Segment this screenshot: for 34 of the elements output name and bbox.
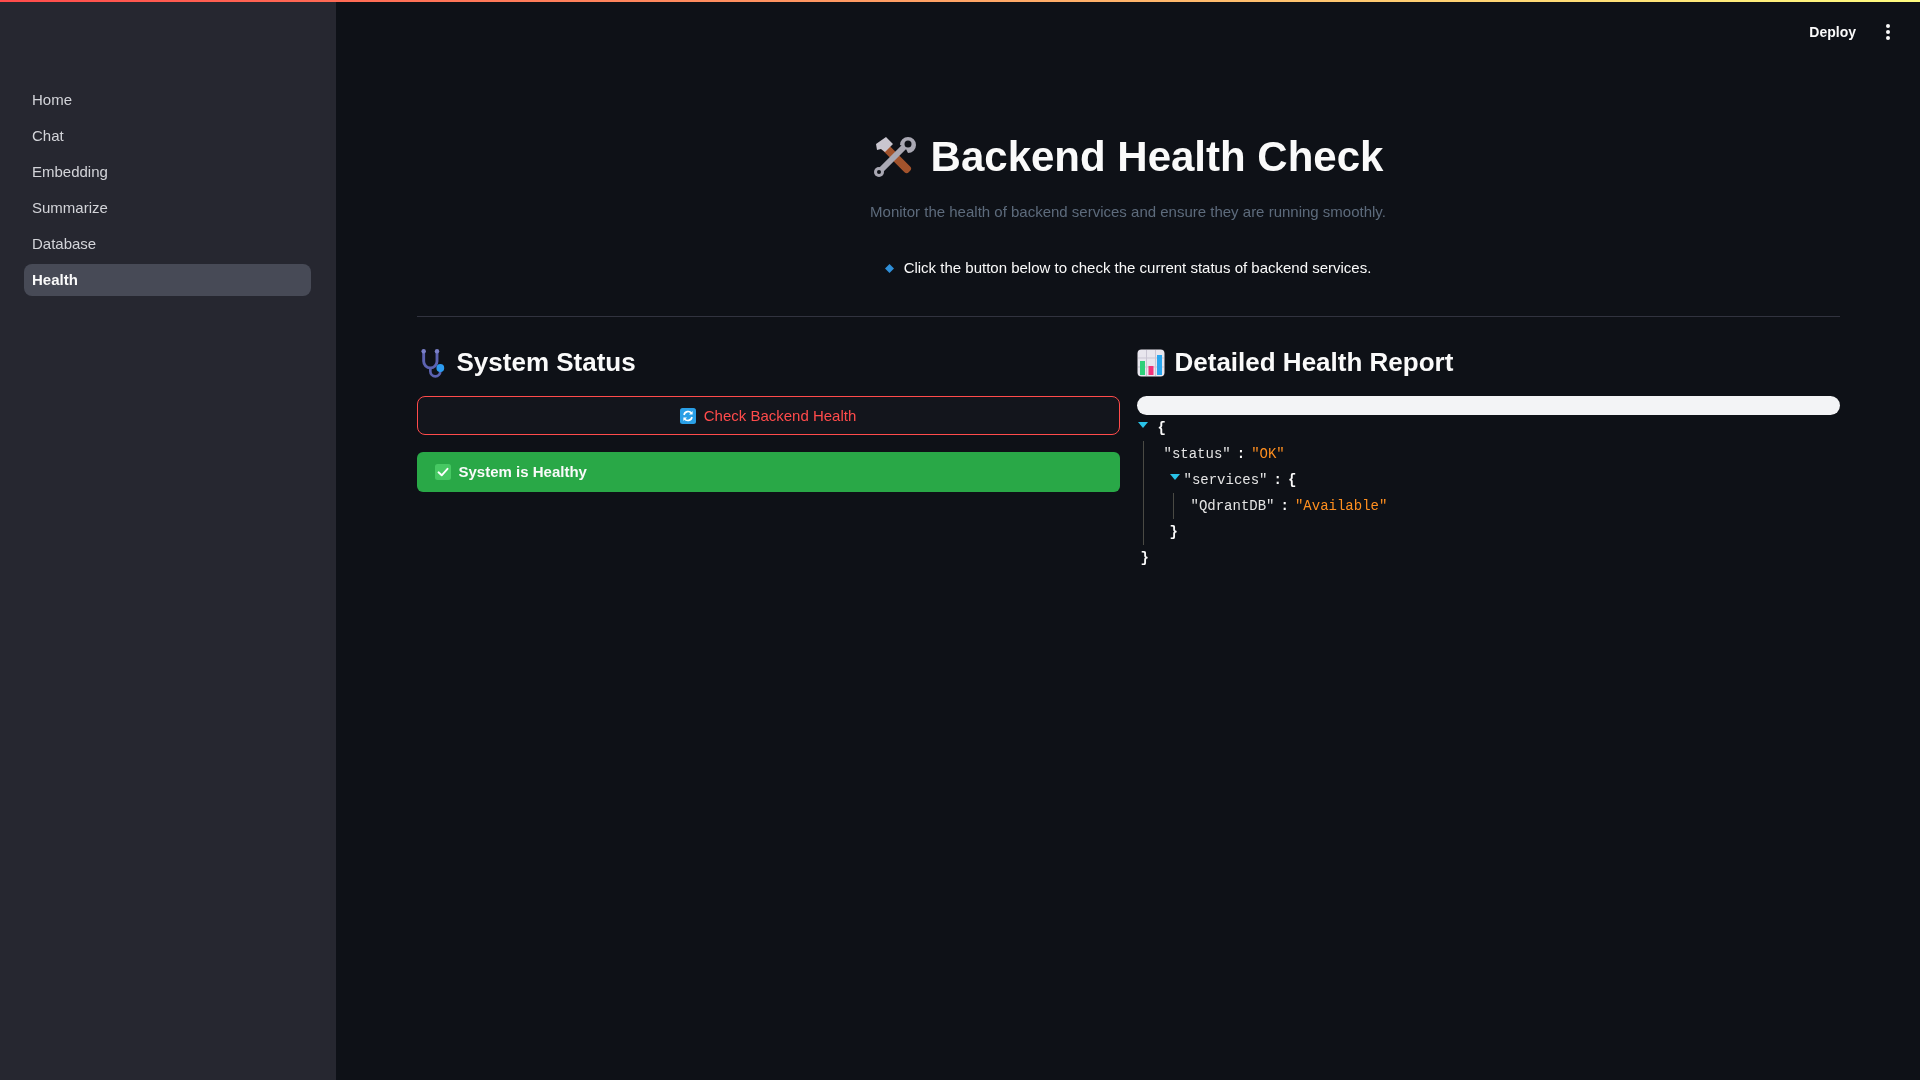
json-colon: : [1236, 444, 1246, 464]
nav-link[interactable]: Database [24, 228, 311, 260]
json-key: "status" [1163, 443, 1231, 465]
more-menu-icon[interactable] [1886, 24, 1890, 40]
nav-link[interactable]: Chat [24, 120, 311, 152]
json-colon: : [1280, 496, 1289, 516]
check-health-button[interactable]: Check Backend Health [416, 396, 1120, 436]
refresh-icon [679, 407, 696, 424]
json-value: "OK" [1251, 444, 1285, 464]
json-key: "QdrantDB" [1190, 495, 1275, 517]
json-value: "Available" [1294, 496, 1388, 516]
diamond-icon [884, 263, 894, 273]
json-colon: : [1273, 470, 1282, 490]
instruction-text: Click the button below to check the current status of backend services. [903, 258, 1372, 279]
bar-chart-icon [1136, 348, 1165, 377]
caret-icon[interactable] [1137, 422, 1148, 429]
json-brace: { [1287, 470, 1297, 490]
json-brace: { [1157, 418, 1166, 438]
nav-link[interactable]: Summarize [24, 192, 311, 224]
section-heading: Detailed Health Report [1174, 347, 1454, 379]
page-title: Backend Health Check [930, 132, 1384, 182]
caret-icon[interactable] [1169, 474, 1180, 481]
json-brace: } [1140, 548, 1149, 568]
page-subtitle: Monitor the health of backend services and ensure they are running smoothly. [869, 202, 1387, 223]
section-heading: System Status [456, 347, 636, 379]
check-icon [434, 464, 451, 481]
nav-link[interactable]: Home [24, 84, 311, 116]
alert-text: System is Healthy [458, 462, 587, 483]
nav-link[interactable]: Embedding [24, 156, 311, 188]
nav-link[interactable]: Health [24, 264, 311, 296]
deploy-button[interactable]: Deploy [1801, 17, 1864, 47]
json-brace: } [1169, 522, 1178, 542]
json-key: "services" [1183, 469, 1268, 491]
hammer-and-wrench-icon [872, 135, 917, 180]
